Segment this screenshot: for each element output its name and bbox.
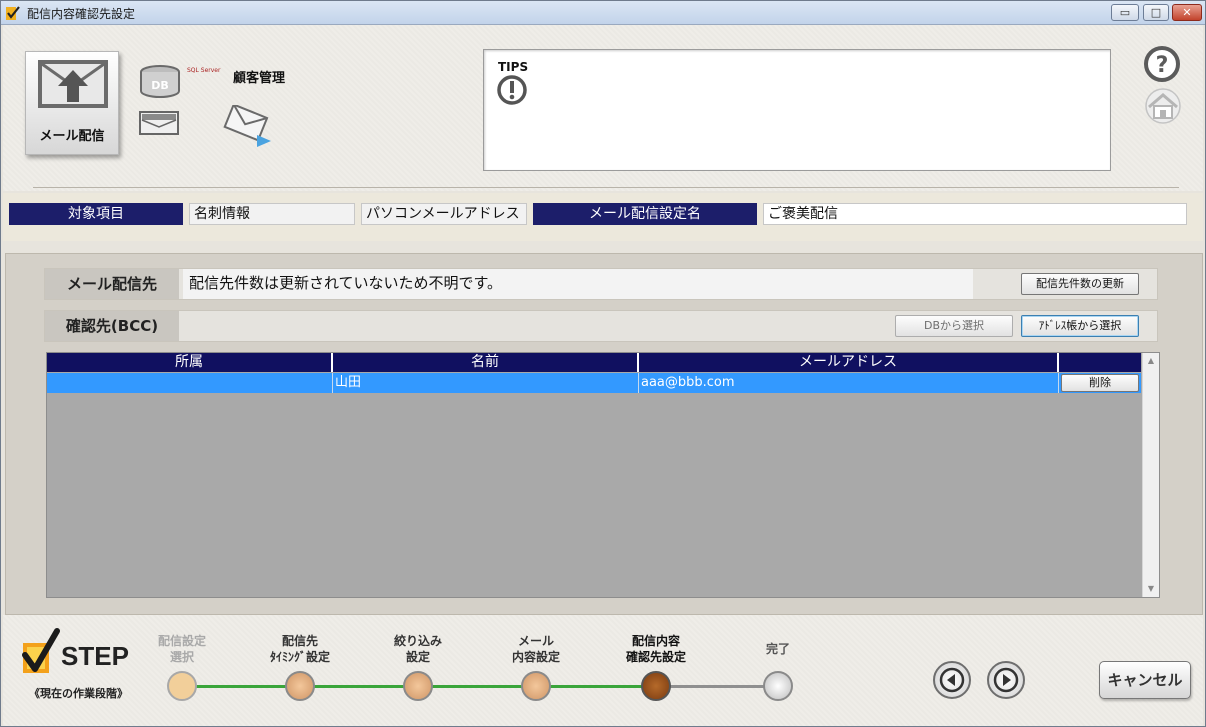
step-4-label: メール 内容設定 bbox=[511, 634, 560, 664]
close-button[interactable]: ✕ bbox=[1172, 4, 1202, 21]
bcc-grid: 所属 名前 メールアドレス 山田 aaa@bbb.com 削除 ▲ ▼ bbox=[46, 352, 1160, 598]
grid-header: 所属 名前 メールアドレス bbox=[47, 353, 1141, 372]
delivery-label: メール配信先 bbox=[45, 269, 179, 299]
table-row[interactable]: 山田 aaa@bbb.com 削除 bbox=[47, 373, 1141, 393]
help-icon[interactable]: ? bbox=[1143, 45, 1181, 83]
cancel-button[interactable]: キャンセル bbox=[1099, 661, 1191, 699]
delivery-row: メール配信先 配信先件数は更新されていないため不明です。 配信先件数の更新 bbox=[44, 268, 1158, 300]
bcc-row: 確認先(BCC) DBから選択 ｱﾄﾞﾚｽ帳から選択 bbox=[44, 310, 1158, 342]
scroll-up-arrow-icon[interactable]: ▲ bbox=[1143, 353, 1159, 369]
step-1-circle bbox=[167, 671, 197, 701]
target-value-field-2: パソコンメールアドレス bbox=[361, 203, 527, 225]
step-logo-icon bbox=[22, 628, 60, 673]
column-header-name[interactable]: 名前 bbox=[333, 353, 639, 372]
cell-affiliation bbox=[47, 373, 333, 393]
previous-step-button[interactable] bbox=[933, 661, 971, 699]
envelope-icon[interactable] bbox=[139, 111, 179, 135]
target-value-field-1: 名刺情報 bbox=[189, 203, 355, 225]
send-mail-icon[interactable] bbox=[223, 105, 275, 149]
grid-scrollbar[interactable]: ▲ ▼ bbox=[1142, 353, 1159, 597]
title-bar: 配信内容確認先設定 ▭ □ ✕ bbox=[1, 1, 1205, 25]
step-3-label: 絞り込み 設定 bbox=[393, 634, 442, 664]
cell-email: aaa@bbb.com bbox=[639, 373, 1059, 393]
sql-server-logo: SQL Server bbox=[187, 67, 221, 74]
svg-text:?: ? bbox=[1156, 53, 1169, 78]
scroll-down-arrow-icon[interactable]: ▼ bbox=[1143, 581, 1159, 597]
customer-mgmt-label: 顧客管理 bbox=[233, 71, 286, 86]
address-book-select-button[interactable]: ｱﾄﾞﾚｽ帳から選択 bbox=[1021, 315, 1139, 337]
step-2-circle bbox=[285, 671, 315, 701]
next-step-button[interactable] bbox=[987, 661, 1025, 699]
minimize-button[interactable]: ▭ bbox=[1111, 4, 1139, 21]
tips-title: TIPS bbox=[498, 60, 529, 74]
column-header-affiliation[interactable]: 所属 bbox=[47, 353, 333, 372]
step-logo-text: STEP bbox=[61, 641, 129, 671]
column-header-action bbox=[1059, 353, 1141, 372]
step-3-circle bbox=[403, 671, 433, 701]
step-footer: STEP 《現在の作業段階》 配信設定 選択 配信先 ﾀｲﾐﾝｸﾞ設定 絞り込み 設定… bbox=[3, 615, 1203, 726]
mail-upload-icon bbox=[38, 60, 108, 108]
column-header-email[interactable]: メールアドレス bbox=[639, 353, 1059, 372]
exclamation-icon bbox=[497, 75, 527, 105]
arrow-right-icon bbox=[993, 667, 1019, 693]
header-panel: メール配信 DB SQL Server 顧客管理 TIPS ? bbox=[3, 25, 1203, 191]
bcc-label: 確認先(BCC) bbox=[45, 311, 179, 341]
step-2-label: 配信先 ﾀｲﾐﾝｸﾞ設定 bbox=[269, 634, 330, 664]
step-5-circle bbox=[641, 671, 671, 701]
app-window: 配信内容確認先設定 ▭ □ ✕ メール配信 DB SQL Server 顧客管理 bbox=[0, 0, 1206, 727]
database-icon[interactable]: DB bbox=[139, 65, 181, 99]
db-badge: DB bbox=[151, 79, 169, 92]
arrow-left-icon bbox=[939, 667, 965, 693]
setting-name-field: ご褒美配信 bbox=[763, 203, 1187, 225]
step-6-label: 完了 bbox=[765, 642, 790, 656]
step-6-circle bbox=[763, 671, 793, 701]
db-select-button[interactable]: DBから選択 bbox=[895, 315, 1013, 337]
target-info-bar: 対象項目 名刺情報 パソコンメールアドレス メール配信設定名 ご褒美配信 bbox=[3, 193, 1203, 241]
main-panel: メール配信先 配信先件数は更新されていないため不明です。 配信先件数の更新 確認… bbox=[5, 253, 1203, 615]
step-subtitle: 《現在の作業段階》 bbox=[29, 687, 128, 700]
delivery-message: 配信先件数は更新されていないため不明です。 bbox=[183, 269, 973, 299]
target-item-label: 対象項目 bbox=[9, 203, 183, 225]
mail-delivery-tile[interactable]: メール配信 bbox=[25, 51, 119, 155]
setting-name-label: メール配信設定名 bbox=[533, 203, 757, 225]
tips-panel: TIPS bbox=[483, 49, 1111, 171]
home-icon[interactable] bbox=[1143, 87, 1183, 125]
step-5-label: 配信内容 確認先設定 bbox=[625, 634, 686, 664]
cell-name: 山田 bbox=[333, 373, 639, 393]
app-check-icon bbox=[6, 6, 20, 20]
step-4-circle bbox=[521, 671, 551, 701]
progress-line-pending bbox=[657, 685, 777, 688]
step-1-label: 配信設定 選択 bbox=[157, 634, 206, 664]
window-title: 配信内容確認先設定 bbox=[27, 7, 136, 21]
header-divider bbox=[33, 187, 1179, 188]
update-count-button[interactable]: 配信先件数の更新 bbox=[1021, 273, 1139, 295]
maximize-button[interactable]: □ bbox=[1143, 4, 1169, 21]
mail-tile-label: メール配信 bbox=[39, 129, 105, 144]
delete-button[interactable]: 削除 bbox=[1061, 374, 1139, 392]
